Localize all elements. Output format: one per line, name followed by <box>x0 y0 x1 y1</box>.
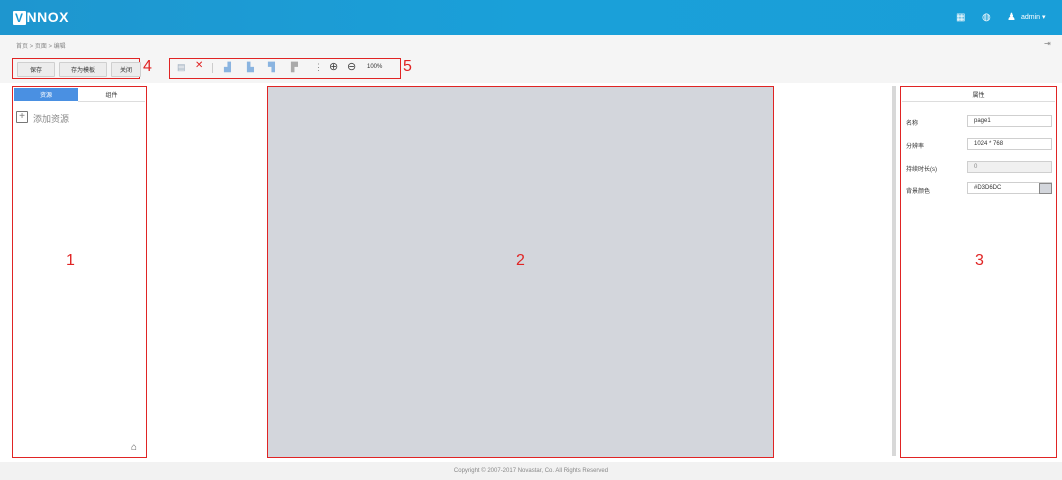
annotation-label-1: 1 <box>66 252 75 269</box>
zoom-out-icon[interactable]: ⊖ <box>347 60 356 73</box>
add-resource-link[interactable]: 添加资源 <box>33 112 69 125</box>
bring-forward-icon[interactable]: ▜ <box>268 62 275 73</box>
canvas-page[interactable] <box>267 86 774 458</box>
toolbar <box>0 55 1062 83</box>
zoom-in-icon[interactable]: ⊕ <box>329 60 338 73</box>
top-bar <box>0 0 1062 35</box>
clear-brush-icon[interactable]: ⌂ <box>131 442 137 453</box>
user-menu[interactable]: admin ▾ <box>1021 13 1046 21</box>
bg-color-field-value: #D3D6DC <box>974 185 1002 191</box>
breadcrumb-bar <box>0 35 1062 55</box>
resolution-field[interactable]: 1024 * 768 <box>967 138 1052 150</box>
breadcrumb[interactable]: 首页 > 页面 > 编辑 <box>16 41 66 50</box>
layout-icon[interactable]: ▦ <box>956 12 965 23</box>
send-back-icon[interactable]: ▙ <box>247 62 254 73</box>
bring-front-icon[interactable]: ▟ <box>224 62 231 73</box>
prop-label-resolution: 分辨率 <box>906 144 925 150</box>
prop-label-bg-color: 背景颜色 <box>906 189 931 195</box>
name-field[interactable]: page1 <box>967 115 1052 127</box>
zoom-level: 100% <box>367 64 383 70</box>
tab-resources[interactable]: 资源 <box>14 88 78 101</box>
prop-label-name: 名称 <box>906 121 919 127</box>
prop-label-duration: 持续时长(s) <box>906 167 937 173</box>
save-template-button[interactable]: 存为模板 <box>59 62 107 77</box>
copy-icon[interactable]: ▤ <box>177 62 186 73</box>
tab-components[interactable]: 组件 <box>78 88 145 102</box>
properties-title: 属性 <box>902 88 1055 102</box>
duration-field: 0 <box>967 161 1052 173</box>
annotation-label-3: 3 <box>975 252 984 269</box>
save-button[interactable]: 保存 <box>17 62 55 77</box>
resource-panel <box>12 86 147 458</box>
send-backward-icon[interactable]: ▛ <box>291 62 298 73</box>
globe-icon[interactable]: ◍ <box>982 12 991 23</box>
footer-copyright: Copyright © 2007-2017 Novastar, Co. All … <box>0 462 1062 480</box>
user-name-label: admin <box>1021 14 1041 21</box>
canvas-scrollbar[interactable] <box>892 86 896 456</box>
annotation-label-5: 5 <box>403 58 412 75</box>
close-button[interactable]: 关闭 <box>111 62 141 77</box>
color-picker-swatch[interactable] <box>1039 183 1052 194</box>
more-icon[interactable]: ⋮ <box>314 62 323 73</box>
name-field-value: page1 <box>974 118 991 124</box>
annotation-label-2: 2 <box>516 252 525 269</box>
annotation-label-4: 4 <box>143 58 152 75</box>
resolution-field-value: 1024 * 768 <box>974 141 1004 147</box>
logo-mark: V <box>13 11 26 25</box>
logo-text: NNOX <box>26 9 69 25</box>
add-icon[interactable]: + <box>16 111 28 123</box>
duration-field-value: 0 <box>974 164 978 170</box>
app-logo[interactable]: V NNOX <box>13 9 69 25</box>
exit-icon[interactable]: ⇥ <box>1044 39 1051 48</box>
user-icon[interactable]: ♟ <box>1007 12 1016 23</box>
toolbar-separator <box>212 63 213 73</box>
delete-icon[interactable]: ✕ <box>195 60 203 71</box>
